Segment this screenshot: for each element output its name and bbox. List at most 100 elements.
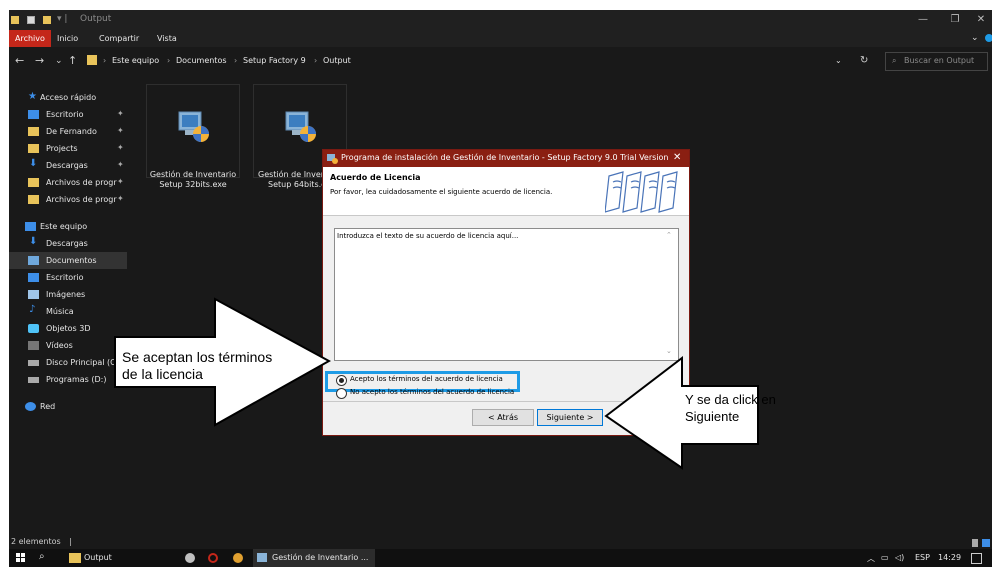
windows-start-icon[interactable] bbox=[16, 553, 26, 563]
reject-option-label[interactable]: No acepto los términos del acuerdo de li… bbox=[350, 388, 514, 396]
pin-icon: ✦ bbox=[117, 109, 124, 118]
app-icon[interactable] bbox=[185, 553, 195, 563]
up-arrow-icon[interactable]: ↑ bbox=[68, 54, 77, 67]
breadcrumb-output[interactable]: Output bbox=[323, 56, 351, 65]
sidebar-label: Descargas bbox=[46, 239, 88, 248]
right-callout-text: Y se da click en Siguiente bbox=[685, 391, 776, 425]
sidebar-item-de-fernando[interactable]: De Fernando ✦ bbox=[9, 123, 127, 140]
installer-computer-icon bbox=[285, 111, 316, 142]
sidebar-item-objetos-3d[interactable]: Objetos 3D bbox=[9, 320, 127, 337]
sidebar-label: Descargas bbox=[46, 161, 88, 170]
quick-access-dropdown-icon[interactable]: ▾ | bbox=[57, 14, 67, 24]
taskbar-item-output[interactable]: Output bbox=[84, 553, 112, 562]
address-dropdown-icon[interactable]: ⌄ bbox=[835, 56, 842, 65]
expand-ribbon-icon[interactable]: ⌄ bbox=[971, 33, 979, 43]
status-separator: | bbox=[69, 537, 72, 546]
pictures-icon bbox=[28, 290, 39, 299]
sidebar-item-disco-principal[interactable]: Disco Principal (C bbox=[9, 354, 127, 371]
sidebar-item-programas[interactable]: Programas (D:) bbox=[9, 371, 127, 388]
tab-archivo[interactable]: Archivo bbox=[9, 30, 51, 47]
drive-icon bbox=[28, 360, 39, 366]
setup-app-icon bbox=[257, 553, 267, 562]
taskbar-item-label: Gestión de Inventario ... bbox=[272, 553, 369, 562]
sidebar-label: Documentos bbox=[46, 256, 97, 265]
ribbon-tabs: Archivo Inicio Compartir Vista ⌄ bbox=[9, 30, 992, 47]
taskbar-item-setup[interactable]: Gestión de Inventario ... bbox=[253, 549, 375, 567]
sidebar-item-descargas[interactable]: ⬇ Descargas ✦ bbox=[9, 157, 127, 174]
sidebar-item-archivos-de-programa[interactable]: Archivos de progr ✦ bbox=[9, 174, 127, 191]
sidebar-item-musica[interactable]: ♪ Música bbox=[9, 303, 127, 320]
right-callout-line1: Y se da click en bbox=[685, 392, 776, 407]
notifications-icon[interactable] bbox=[971, 553, 982, 564]
installer-computer-icon bbox=[178, 111, 209, 142]
sidebar-item-archivos-de-programa-x86[interactable]: Archivos de progr ✦ bbox=[9, 191, 127, 208]
tab-vista[interactable]: Vista bbox=[151, 30, 183, 47]
license-textarea[interactable]: Introduzca el texto de su acuerdo de lic… bbox=[334, 228, 679, 361]
language-indicator[interactable]: ESP bbox=[915, 553, 930, 562]
dialog-subheading: Por favor, lea cuidadosamente el siguien… bbox=[330, 188, 553, 196]
chrome-icon[interactable] bbox=[233, 553, 243, 563]
sidebar-item-videos[interactable]: Vídeos bbox=[9, 337, 127, 354]
sidebar-label: Vídeos bbox=[46, 341, 73, 350]
reject-radio[interactable] bbox=[336, 388, 347, 399]
setup-app-icon bbox=[327, 154, 338, 164]
next-button[interactable]: Siguiente > bbox=[537, 409, 603, 426]
sidebar-item-descargas-pc[interactable]: ⬇ Descargas bbox=[9, 235, 127, 252]
sidebar-item-documentos[interactable]: Documentos bbox=[9, 252, 127, 269]
opera-icon[interactable] bbox=[208, 553, 218, 563]
sidebar-item-projects[interactable]: Projects ✦ bbox=[9, 140, 127, 157]
close-icon[interactable]: ✕ bbox=[673, 152, 681, 163]
sidebar-quick-access[interactable]: ★ Acceso rápido bbox=[9, 89, 127, 106]
tray-chevron-icon[interactable]: ︿ bbox=[867, 553, 875, 564]
desktop-icon bbox=[28, 110, 39, 119]
help-icon[interactable] bbox=[985, 34, 992, 42]
properties-icon[interactable] bbox=[27, 16, 35, 24]
sidebar-label: Este equipo bbox=[40, 222, 88, 231]
forward-arrow-icon[interactable]: → bbox=[35, 54, 44, 67]
minimize-icon[interactable]: — bbox=[907, 10, 939, 30]
status-bar: 2 elementos | bbox=[9, 537, 992, 549]
file-tile[interactable]: Gestión de Inventario Setup 32bits.exe bbox=[146, 84, 240, 189]
dialog-title: Programa de instalación de Gestión de In… bbox=[341, 153, 669, 162]
pin-icon: ✦ bbox=[117, 177, 124, 186]
volume-icon[interactable]: ◁) bbox=[895, 553, 904, 562]
search-icon: ⌕ bbox=[892, 56, 897, 65]
file-name-line2: Setup 32bits.exe bbox=[159, 180, 227, 189]
new-folder-icon[interactable] bbox=[43, 16, 51, 24]
back-button[interactable]: < Atrás bbox=[472, 409, 534, 426]
breadcrumb-este-equipo[interactable]: Este equipo bbox=[112, 56, 159, 65]
address-bar-row: ← → ⌄ ↑ › Este equipo › Documentos › Set… bbox=[9, 47, 992, 75]
file-explorer-icon[interactable] bbox=[69, 553, 81, 563]
network-tray-icon[interactable]: ▭ bbox=[881, 553, 889, 562]
search-input[interactable]: ⌕ Buscar en Output bbox=[885, 52, 988, 71]
search-icon[interactable]: ⌕ bbox=[39, 551, 45, 562]
clock[interactable]: 14:29 bbox=[938, 553, 961, 562]
document-icon bbox=[28, 256, 39, 265]
sidebar-item-escritorio-pc[interactable]: Escritorio bbox=[9, 269, 127, 286]
close-icon[interactable]: ✕ bbox=[965, 10, 992, 30]
folder-icon bbox=[28, 127, 39, 136]
sidebar-este-equipo[interactable]: Este equipo bbox=[9, 218, 127, 235]
scroll-up-icon[interactable]: ⌃ bbox=[666, 231, 672, 239]
license-text: Introduzca el texto de su acuerdo de lic… bbox=[337, 232, 519, 240]
breadcrumb-documentos[interactable]: Documentos bbox=[176, 56, 227, 65]
back-arrow-icon[interactable]: ← bbox=[15, 54, 24, 67]
sidebar-item-escritorio[interactable]: Escritorio ✦ bbox=[9, 106, 127, 123]
address-path[interactable]: › Este equipo › Documentos › Setup Facto… bbox=[87, 53, 842, 69]
details-view-icon[interactable] bbox=[972, 539, 978, 547]
large-icons-view-icon[interactable] bbox=[982, 539, 990, 547]
sidebar-label: Escritorio bbox=[46, 110, 84, 119]
breadcrumb-setup-factory[interactable]: Setup Factory 9 bbox=[243, 56, 306, 65]
folder-icon bbox=[28, 195, 39, 204]
tab-inicio[interactable]: Inicio bbox=[51, 30, 84, 47]
network-icon bbox=[25, 402, 36, 411]
recent-locations-icon[interactable]: ⌄ bbox=[55, 56, 63, 66]
taskbar: ⌕ Output Gestión de Inventario ... ︿ ▭ ◁… bbox=[9, 549, 992, 567]
refresh-icon[interactable]: ↻ bbox=[860, 55, 868, 66]
dialog-heading: Acuerdo de Licencia bbox=[330, 173, 421, 182]
sidebar-item-imagenes[interactable]: Imágenes bbox=[9, 286, 127, 303]
sidebar-label: Objetos 3D bbox=[46, 324, 91, 333]
sidebar-red[interactable]: Red bbox=[9, 398, 127, 415]
tab-compartir[interactable]: Compartir bbox=[93, 30, 145, 47]
scroll-down-icon[interactable]: ⌄ bbox=[666, 347, 672, 355]
